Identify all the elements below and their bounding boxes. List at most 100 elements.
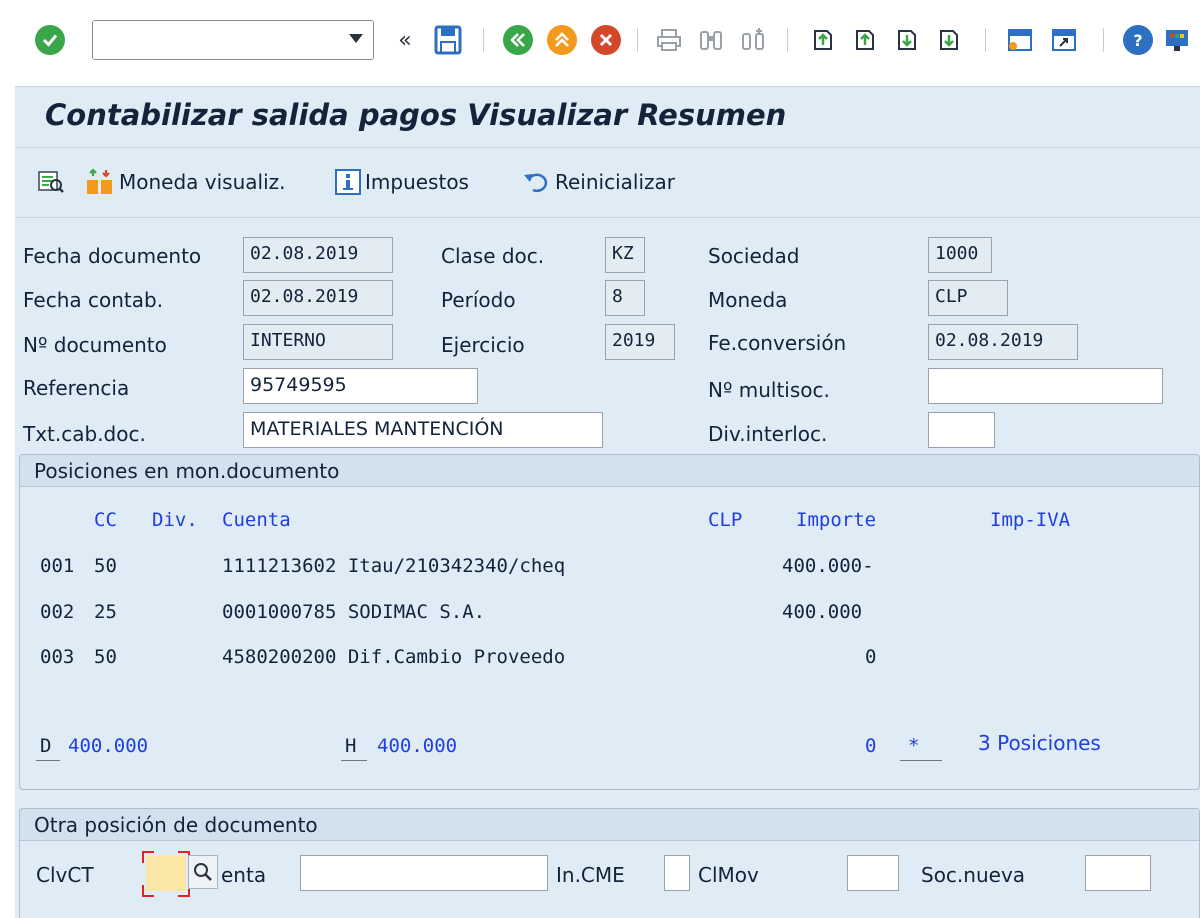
- div-interloc-field[interactable]: [928, 412, 995, 448]
- clmov-field[interactable]: [847, 855, 899, 891]
- moneda-field: CLP: [928, 280, 1008, 316]
- shortcut-button[interactable]: [1046, 22, 1082, 58]
- column-header-cc: CC: [94, 509, 117, 531]
- toolbar-separator: [787, 28, 788, 52]
- chevron-down-icon[interactable]: [349, 34, 363, 43]
- collapse-icon[interactable]: «: [390, 22, 420, 58]
- cuenta-label: enta: [221, 863, 267, 887]
- row-position: 002: [40, 601, 75, 623]
- back-icon: [503, 25, 533, 55]
- layout-button[interactable]: [1164, 22, 1200, 58]
- currency-display-label: Moneda visualiz.: [119, 170, 286, 194]
- page-title: Contabilizar salida pagos Visualizar Res…: [45, 98, 787, 132]
- no-multisoc-field[interactable]: [928, 368, 1163, 404]
- row-cuenta[interactable]: 0001000785 SODIMAC S.A.: [222, 601, 485, 623]
- toolbar-separator: [637, 28, 638, 52]
- exit-button[interactable]: [544, 22, 580, 58]
- first-page-icon: [814, 30, 832, 50]
- credit-label-underline: [341, 760, 367, 761]
- toolbar-separator: [985, 28, 986, 52]
- balance-indicator: *: [908, 735, 920, 757]
- other-position-group-title: Otra posición de documento: [20, 809, 1199, 841]
- focus-corner: [142, 885, 154, 897]
- clvct-label: ClvCT: [36, 863, 94, 887]
- next-page-icon: [898, 30, 916, 50]
- display-document-button[interactable]: [37, 166, 65, 198]
- find-next-button[interactable]: [736, 22, 770, 58]
- print-icon: [657, 29, 681, 51]
- column-header-imp-iva: Imp-IVA: [990, 509, 1071, 531]
- main-area: Fecha documento 02.08.2019 Fecha contab.…: [15, 218, 1200, 918]
- moneda-label: Moneda: [708, 288, 788, 312]
- credit-label: H: [345, 735, 357, 757]
- in-cme-field[interactable]: [664, 855, 690, 891]
- currency-display-button[interactable]: Moneda visualiz.: [85, 166, 286, 198]
- positions-count: 3 Posiciones: [978, 731, 1101, 755]
- debit-total: 400.000: [68, 735, 149, 757]
- search-help-button[interactable]: [188, 855, 218, 889]
- sociedad-label: Sociedad: [708, 244, 800, 268]
- shortcut-icon: [1052, 29, 1076, 51]
- find-button[interactable]: [694, 22, 728, 58]
- checkmark-icon: [35, 25, 65, 55]
- cuenta-field[interactable]: [300, 855, 548, 891]
- save-icon: [434, 25, 462, 55]
- periodo-label: Período: [441, 288, 516, 312]
- title-bar: Contabilizar salida pagos Visualizar Res…: [15, 86, 1200, 148]
- clase-doc-label: Clase doc.: [441, 244, 545, 268]
- referencia-field[interactable]: 95749595: [243, 368, 478, 404]
- binoculars-plus-icon: [742, 28, 764, 50]
- fecha-contab-field: 02.08.2019: [243, 280, 393, 316]
- balance-indicator-underline: [900, 760, 942, 761]
- search-icon: [194, 863, 212, 881]
- txt-cab-doc-field[interactable]: MATERIALES MANTENCIÓN: [243, 412, 603, 448]
- command-field[interactable]: [92, 20, 374, 60]
- first-page-button[interactable]: [806, 22, 840, 58]
- currency-switch-icon: [87, 168, 112, 194]
- last-page-icon: [940, 30, 958, 50]
- cancel-icon: [591, 25, 621, 55]
- display-document-icon: [38, 171, 64, 193]
- save-button[interactable]: [428, 22, 468, 58]
- back-button[interactable]: [500, 22, 536, 58]
- row-importe: 400.000-: [782, 555, 874, 577]
- cancel-button[interactable]: [588, 22, 624, 58]
- soc-nueva-label: Soc.nueva: [921, 863, 1026, 887]
- last-page-button[interactable]: [932, 22, 966, 58]
- help-button[interactable]: ?: [1120, 22, 1156, 58]
- exit-icon: [547, 25, 577, 55]
- row-position: 003: [40, 646, 75, 668]
- enter-button[interactable]: [30, 22, 70, 58]
- row-position: 001: [40, 555, 75, 577]
- no-documento-label: Nº documento: [23, 333, 167, 357]
- fecha-documento-label: Fecha documento: [23, 244, 202, 268]
- soc-nueva-field[interactable]: [1085, 855, 1151, 891]
- help-icon: ?: [1123, 25, 1153, 55]
- focus-corner: [142, 851, 154, 863]
- customize-layout-icon: [1166, 30, 1188, 51]
- previous-page-icon: [856, 30, 874, 50]
- previous-page-button[interactable]: [848, 22, 882, 58]
- system-toolbar: « ?: [0, 0, 1200, 82]
- command-input[interactable]: [99, 27, 333, 55]
- row-cuenta[interactable]: 1111213602 Itau/210342340/cheq: [222, 555, 565, 577]
- print-button[interactable]: [652, 22, 686, 58]
- undo-icon: [524, 173, 548, 193]
- fe-conversion-field: 02.08.2019: [928, 324, 1078, 360]
- periodo-field: 8: [605, 280, 645, 316]
- new-session-button[interactable]: [1002, 22, 1038, 58]
- row-cuenta[interactable]: 4580200200 Dif.Cambio Proveedo: [222, 646, 565, 668]
- txt-cab-doc-label: Txt.cab.doc.: [23, 422, 146, 446]
- column-header-cuenta: Cuenta: [222, 509, 291, 531]
- other-position-group: Otra posición de documento ClvCT enta In…: [19, 808, 1200, 918]
- column-header-div: Div.: [152, 509, 198, 531]
- info-icon: [335, 169, 361, 195]
- no-multisoc-label: Nº multisoc.: [708, 378, 830, 402]
- next-page-button[interactable]: [890, 22, 924, 58]
- reset-button[interactable]: Reinicializar: [523, 166, 675, 198]
- row-cc: 50: [94, 555, 117, 577]
- clase-doc-field: KZ: [605, 237, 645, 273]
- taxes-button[interactable]: Impuestos: [335, 166, 469, 198]
- new-session-icon: [1008, 29, 1032, 51]
- row-cc: 50: [94, 646, 117, 668]
